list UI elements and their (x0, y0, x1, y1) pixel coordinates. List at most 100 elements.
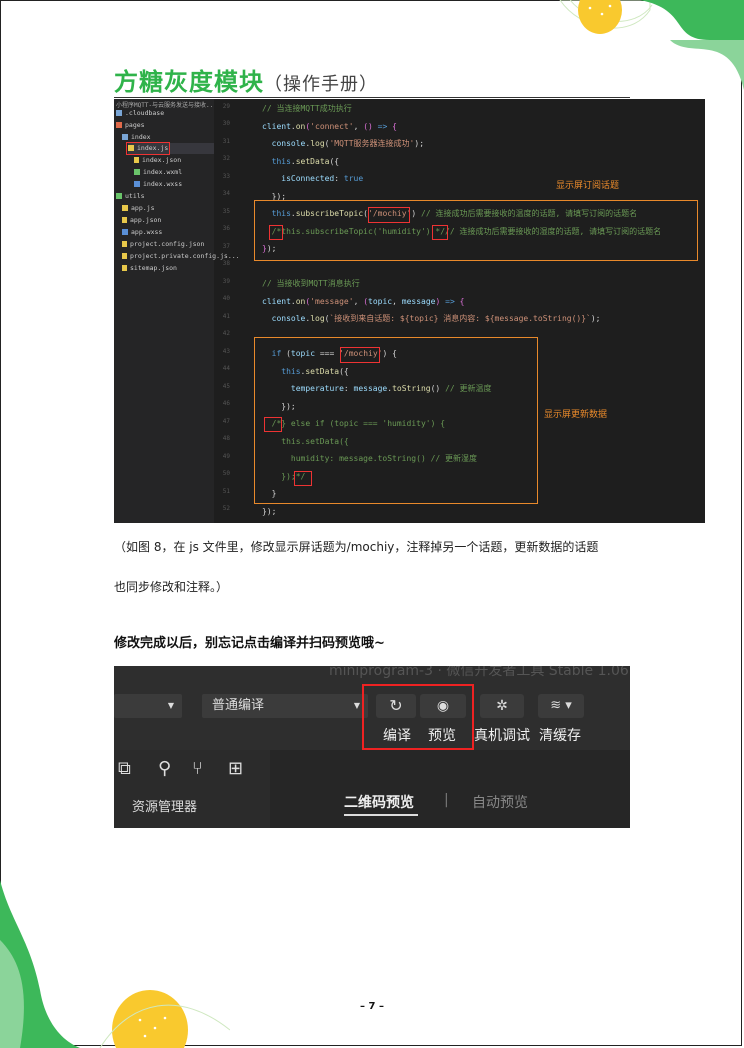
line-number: 34 (222, 190, 230, 197)
highlight-close-comment (294, 471, 312, 486)
tree-item[interactable]: index.wxml (134, 167, 182, 178)
line-number: 31 (222, 138, 230, 145)
top-right-decoration (559, 0, 744, 90)
page-title: 方糖灰度模块（操作手册） (114, 68, 378, 96)
code-line: }); (262, 507, 277, 516)
highlight-else-comment (264, 417, 282, 432)
folder-icon (122, 134, 128, 140)
devtools-toolbar-screenshot: miniprogram-3 · 微信开发者工具 Stable 1.06.2...… (114, 666, 630, 828)
window-title-faded: miniprogram-3 · 微信开发者工具 Stable 1.06.2... (329, 666, 630, 679)
tab-active-indicator (344, 814, 418, 816)
highlight-mochiy-if (340, 347, 380, 363)
layers-icon: ≋ ▾ (550, 698, 572, 713)
wxss-file-icon (122, 229, 128, 235)
code-line: console.log('MQTT服务器连接成功'); (271, 139, 425, 148)
files-icon[interactable]: ⧉ (118, 758, 131, 779)
tree-item[interactable]: pages (116, 120, 145, 131)
dropdown-arrow-icon: ▼ (353, 701, 360, 710)
line-number: 35 (222, 208, 230, 215)
folder-icon (116, 122, 122, 128)
clear-cache-label[interactable]: 清缓存 (539, 725, 581, 745)
code-line: client.on('message', (topic, message) =>… (262, 297, 465, 306)
title-divider (114, 97, 630, 98)
line-number: 51 (222, 488, 230, 495)
dropdown-arrow-icon: ▼ (167, 701, 174, 710)
line-number: 48 (222, 435, 230, 442)
tree-item[interactable]: utils (116, 191, 145, 202)
tree-item[interactable]: app.json (122, 215, 161, 226)
source-control-icon[interactable]: ⑂ (192, 758, 203, 779)
annotation-update: 显示屏更新数据 (544, 410, 608, 420)
line-number: 36 (222, 225, 230, 232)
tree-item[interactable]: index.wxss (134, 179, 182, 190)
line-number: 41 (222, 313, 230, 320)
highlight-comment-open (269, 225, 283, 240)
line-number: 32 (222, 155, 230, 162)
folder-icon (116, 110, 122, 116)
folder-icon (116, 193, 122, 199)
js-file-icon (122, 205, 128, 211)
tree-item[interactable]: sitemap.json (122, 263, 177, 274)
line-number: 49 (222, 453, 230, 460)
page-subtitle: （操作手册） (264, 74, 378, 95)
line-number: 45 (222, 383, 230, 390)
code-line: this.setData({ (271, 157, 340, 166)
bottom-left-decoration (0, 880, 230, 1048)
line-number: 37 (222, 243, 230, 250)
explorer-label: 资源管理器 (132, 800, 198, 815)
line-number: 52 (222, 505, 230, 512)
left-select[interactable]: ▼ (114, 694, 182, 718)
tree-item[interactable]: app.wxss (122, 227, 162, 238)
line-number: 44 (222, 365, 230, 372)
search-icon[interactable]: ⚲ (158, 758, 171, 779)
json-file-icon (122, 253, 127, 259)
extensions-icon[interactable]: ⊞ (228, 758, 243, 779)
json-file-icon (122, 241, 127, 247)
line-number: 29 (222, 103, 230, 110)
tab-qr-preview[interactable]: 二维码预览 (344, 792, 414, 812)
bug-icon: ✲ (496, 698, 508, 714)
wxss-file-icon (134, 181, 140, 187)
line-number: 43 (222, 348, 230, 355)
highlight-indexjs (126, 142, 170, 155)
code-line: // 当连接MQTT成功执行 (262, 104, 352, 113)
compile-preview-highlight (362, 684, 474, 750)
code-line: console.log(`接收到来自话题: ${topic} 消息内容: ${m… (271, 314, 601, 323)
subscribe-highlight-box (254, 200, 698, 261)
line-number: 42 (222, 330, 230, 337)
line-number: 46 (222, 400, 230, 407)
caption-line-1: （如图 8，在 js 文件里，修改显示屏话题为/mochiy，注释掉另一个话题，… (114, 540, 599, 554)
page-number: – 7 – (360, 1001, 384, 1012)
clear-cache-button[interactable]: ≋ ▾ (538, 694, 584, 718)
highlight-comment-close (432, 225, 448, 240)
line-number: 50 (222, 470, 230, 477)
file-explorer: 小程序MQTT-与云服务发送与接收... .cloudbase pages in… (114, 99, 240, 523)
tab-separator: | (444, 792, 449, 808)
line-number: 39 (222, 278, 230, 285)
instruction-text: 修改完成以后，别忘记点击编译并扫码预览哦~ (114, 636, 385, 651)
line-number: 30 (222, 120, 230, 127)
remote-debug-button[interactable]: ✲ (480, 694, 524, 718)
wxml-file-icon (134, 169, 140, 175)
annotation-subscribe: 显示屏订阅话题 (556, 181, 620, 191)
tab-auto-preview[interactable]: 自动预览 (472, 792, 528, 812)
code-editor-screenshot: 小程序MQTT-与云服务发送与接收... .cloudbase pages in… (114, 99, 705, 523)
line-number: 47 (222, 418, 230, 425)
code-line: client.on('connect', () => { (262, 122, 397, 131)
json-file-icon (122, 217, 127, 223)
line-number: 38 (222, 260, 230, 267)
json-file-icon (134, 157, 139, 163)
tree-item[interactable]: .cloudbase (116, 108, 164, 119)
code-line: // 当接收到MQTT消息执行 (262, 279, 360, 288)
line-number: 40 (222, 295, 230, 302)
line-number: 33 (222, 173, 230, 180)
json-file-icon (122, 265, 127, 271)
highlight-mochiy-subscribe (368, 207, 410, 223)
tree-item[interactable]: index.json (134, 155, 181, 166)
compile-mode-select[interactable]: 普通编译 ▼ (202, 694, 368, 718)
tree-item[interactable]: app.js (122, 203, 154, 214)
code-line: isConnected: true (281, 174, 364, 183)
tree-item[interactable]: project.config.json (122, 239, 204, 250)
caption-line-2: 也同步修改和注释。） (114, 580, 229, 594)
remote-debug-label[interactable]: 真机调试 (474, 725, 530, 745)
